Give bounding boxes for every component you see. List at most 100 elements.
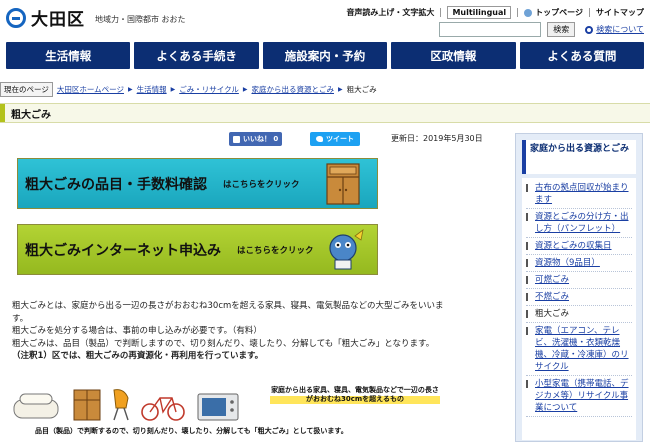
- list-marker-icon: [526, 310, 531, 318]
- sidebar-item-label: 資源とごみの分け方・出し方（パンフレット）: [535, 212, 629, 234]
- divider: [517, 8, 519, 17]
- nav-facilities[interactable]: 施設案内・予約: [262, 42, 388, 69]
- list-marker-icon: [526, 184, 531, 192]
- sidebar-item-label: 資源物（9品目）: [535, 258, 600, 268]
- ota-emblem-icon: [6, 7, 26, 28]
- item-fee-check-banner[interactable]: 粗大ごみの品目・手数料確認 はこちらをクリック: [17, 158, 378, 209]
- search-input[interactable]: [439, 22, 542, 37]
- sidebar-item[interactable]: 小型家電（携帯電話、デジカメ等）リサイクル事業について: [526, 376, 632, 417]
- page-title: 粗大ごみ: [11, 109, 51, 121]
- global-nav: 生活情報 よくある手続き 施設案内・予約 区政情報 よくある質問: [6, 42, 645, 69]
- tweet-button[interactable]: ツイート: [310, 132, 360, 146]
- twitter-bird-icon: [316, 136, 323, 142]
- sidebar-item[interactable]: 古布の拠点回収が始まります: [526, 180, 632, 209]
- mascot-icon: [329, 229, 364, 270]
- internet-application-banner[interactable]: 粗大ごみインターネット申込み はこちらをクリック: [17, 224, 378, 275]
- sidebar-item-label: 粗大ごみ: [535, 309, 570, 319]
- sidebar-item-label: 可燃ごみ: [535, 275, 570, 285]
- like-label: いいね！ 0: [243, 135, 279, 143]
- facebook-like-button[interactable]: いいね！ 0: [229, 132, 283, 146]
- nav-life-info[interactable]: 生活情報: [6, 42, 131, 69]
- top-page-label: トップページ: [535, 8, 583, 17]
- read-aloud-link[interactable]: 音声読み上げ・文字拡大: [346, 7, 434, 18]
- cabinet-icon: [73, 389, 101, 421]
- body-line: す。: [12, 313, 29, 324]
- bicycle-icon: [141, 397, 185, 421]
- sidebar-item[interactable]: 資源とごみの収集日: [526, 238, 632, 255]
- sidebar-item[interactable]: 資源物（9品目）: [526, 255, 632, 272]
- magnifier-icon: [585, 25, 594, 34]
- list-marker-icon: [526, 327, 531, 335]
- thumbs-up-icon: [233, 135, 240, 143]
- breadcrumb-life-info[interactable]: 生活情報: [137, 84, 167, 95]
- home-icon: [524, 8, 533, 17]
- body-text: 粗大ごみとは、家庭から出る一辺の長さがおおむね30cmを超える家具、寝具、電気製…: [12, 300, 508, 363]
- breadcrumb: 現在のページ 大田区ホームページ ▶ 生活情報 ▶ ごみ・リサイクル ▶ 家庭か…: [0, 81, 377, 97]
- illustration-caption: 品目（製品）で判断するので、切り刻んだり、壊したり、分解しても「粗大ごみ」として…: [35, 427, 348, 435]
- banner-title: 粗大ごみインターネット申込み: [25, 242, 221, 259]
- sidebar-item[interactable]: 不燃ごみ: [526, 289, 632, 306]
- sidebar-item-label: 古布の拠点回収が始まります: [535, 183, 629, 205]
- utility-links: 音声読み上げ・文字拡大 Multilingual トップページ サイトマップ: [346, 6, 644, 19]
- bulky-items-icons: [13, 389, 239, 421]
- furniture-icon: [326, 163, 360, 205]
- list-marker-icon: [526, 380, 531, 388]
- sidebar-heading: 家庭から出る資源とごみ: [522, 140, 636, 174]
- breadcrumb-home[interactable]: 大田区ホームページ: [57, 84, 124, 95]
- breadcrumb-page: 粗大ごみ: [346, 84, 377, 94]
- site-tagline: 地域力・国際都市 おおた: [95, 14, 186, 24]
- sidebar-item-current: 粗大ごみ: [526, 306, 632, 323]
- divider: [589, 8, 590, 17]
- list-marker-icon: [526, 293, 531, 301]
- banner-title: 粗大ごみの品目・手数料確認: [25, 176, 207, 193]
- sidebar-item-label: 不燃ごみ: [535, 292, 570, 302]
- banner-click-label: はこちらをクリック: [223, 179, 300, 190]
- sidebar-item-label: 資源とごみの収集日: [535, 241, 612, 251]
- sidebar-list: 古布の拠点回収が始まります 資源とごみの分け方・出し方（パンフレット） 資源とご…: [522, 178, 636, 440]
- sidebar-item[interactable]: 家電（エアコン、テレビ、洗濯機・衣類乾燥機、冷蔵・冷凍庫）のリサイクル: [526, 323, 632, 376]
- body-line: 粗大ごみは、品目（製品）で判断しますので、切り刻んだり、壊したり、分解しても「粗…: [12, 338, 435, 349]
- banner-click-label: はこちらをクリック: [237, 245, 314, 256]
- breadcrumb-arrow-icon: ▶: [170, 85, 176, 93]
- sidebar-item[interactable]: 可燃ごみ: [526, 272, 632, 289]
- breadcrumb-arrow-icon: ▶: [242, 85, 248, 93]
- site-name: 大田区: [31, 10, 85, 30]
- chair-icon: [113, 389, 129, 421]
- breadcrumb-household-waste[interactable]: 家庭から出る資源とごみ: [251, 84, 334, 95]
- sidebar-item-label: 小型家電（携帯電話、デジカメ等）リサイクル事業について: [535, 379, 629, 413]
- nav-city-admin[interactable]: 区政情報: [391, 42, 516, 69]
- list-marker-icon: [526, 276, 531, 284]
- search-button[interactable]: 検索: [547, 22, 576, 37]
- body-line: 粗大ごみとは、家庭から出る一辺の長さがおおむね30cmを超える家具、寝具、電気製…: [12, 301, 444, 311]
- sidebar: 家庭から出る資源とごみ 古布の拠点回収が始まります 資源とごみの分け方・出し方（…: [515, 133, 643, 442]
- illustration-highlight-text: 家庭から出る家具、寝具、電気製品などで一辺の長さがおおむね30cmを超えるもの: [270, 386, 440, 404]
- updated-date: 更新日：2019年5月30日: [391, 134, 483, 143]
- breadcrumb-arrow-icon: ▶: [127, 85, 133, 93]
- list-marker-icon: [526, 213, 531, 221]
- top-page-link[interactable]: トップページ: [524, 7, 583, 18]
- sitemap-link[interactable]: サイトマップ: [596, 7, 644, 18]
- breadcrumb-garbage-recycle[interactable]: ごみ・リサイクル: [179, 84, 239, 95]
- search-help-link[interactable]: 検索について: [585, 24, 644, 35]
- divider: [440, 8, 442, 17]
- breadcrumb-arrow-icon: ▶: [337, 85, 343, 93]
- sidebar-item[interactable]: 資源とごみの分け方・出し方（パンフレット）: [526, 209, 632, 238]
- sidebar-item-label: 家電（エアコン、テレビ、洗濯機・衣類乾燥機、冷蔵・冷凍庫）のリサイクル: [535, 326, 629, 372]
- futon-icon: [13, 393, 59, 419]
- tweet-label: ツイート: [326, 135, 354, 143]
- microwave-icon: [197, 393, 239, 421]
- site-logo[interactable]: 大田区 地域力・国際都市 おおた: [6, 5, 186, 30]
- recycling-note: （注釈1）区では、粗大ごみの再資源化・再利用を行っています。: [12, 351, 264, 361]
- nav-faq[interactable]: よくある質問: [519, 42, 645, 69]
- breadcrumb-current-label: 現在のページ: [0, 81, 53, 97]
- search-help-label: 検索について: [596, 25, 644, 34]
- search-bar: 検索 検索について: [439, 22, 644, 37]
- list-marker-icon: [526, 259, 531, 267]
- multilingual-link[interactable]: Multilingual: [447, 6, 512, 19]
- header: 大田区 地域力・国際都市 おおた 音声読み上げ・文字拡大 Multilingua…: [0, 0, 650, 40]
- page-title-bar: 粗大ごみ: [0, 103, 650, 123]
- bulky-items-illustration: 家庭から出る家具、寝具、電気製品などで一辺の長さがおおむね30cmを超えるもの …: [12, 386, 508, 442]
- list-marker-icon: [526, 242, 531, 250]
- body-line: 粗大ごみを処分する場合は、事前の申し込みが必要です。（有料）: [12, 326, 262, 336]
- nav-common-procedures[interactable]: よくある手続き: [134, 42, 259, 69]
